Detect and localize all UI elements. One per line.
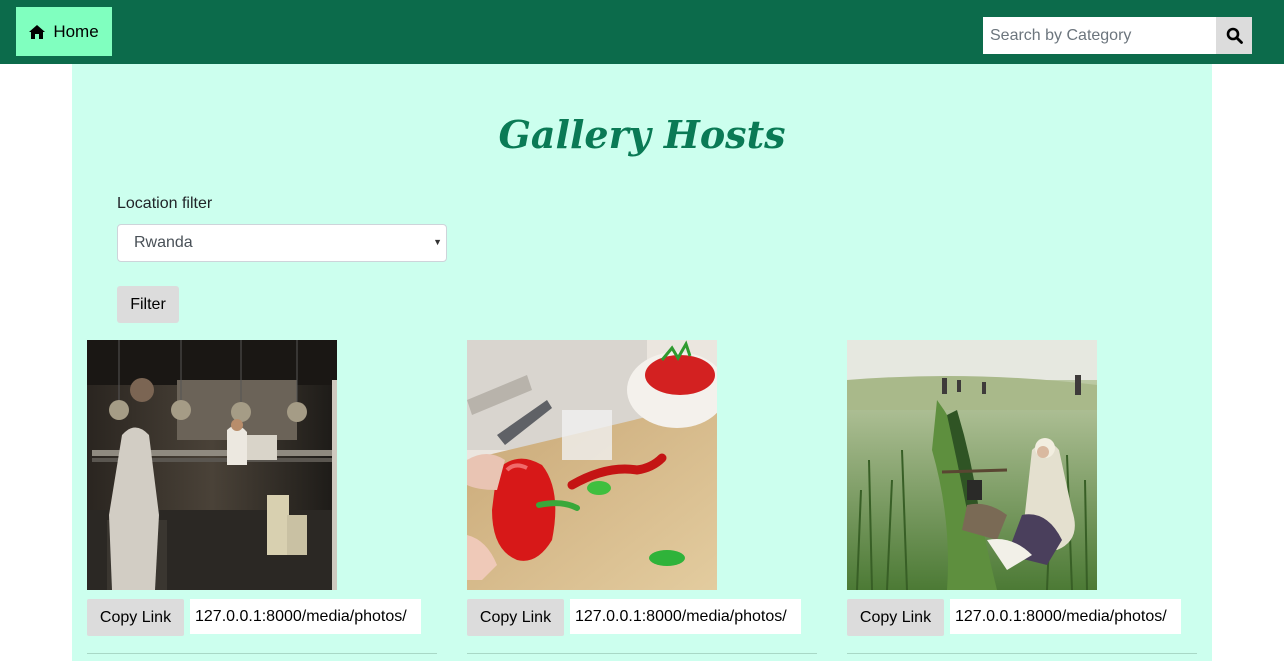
meadow-painting[interactable] [847, 340, 1097, 590]
gallery-card: Copy Link [87, 340, 437, 661]
copy-link-button[interactable]: Copy Link [87, 599, 184, 636]
gallery-container: Gallery Hosts Location filter Rwanda ▼ F… [72, 64, 1212, 661]
location-filter-label: Location filter [117, 195, 213, 212]
page-title: Gallery Hosts [498, 112, 786, 157]
caret-down-icon: ▼ [433, 237, 442, 247]
gallery-card: Copy Link [467, 340, 817, 661]
home-label: Home [53, 21, 99, 41]
search-form [983, 17, 1252, 54]
home-icon [29, 24, 46, 39]
card-divider [467, 653, 817, 654]
card-divider [847, 653, 1197, 654]
search-button[interactable] [1216, 17, 1252, 54]
search-input[interactable] [983, 17, 1216, 54]
copy-link-button[interactable]: Copy Link [847, 599, 944, 636]
kitchen-photo[interactable] [87, 340, 337, 590]
search-icon [1226, 27, 1243, 44]
home-button[interactable]: Home [16, 7, 112, 56]
image-link-field[interactable] [950, 599, 1181, 634]
card-divider [87, 653, 437, 654]
image-link-field[interactable] [190, 599, 421, 634]
location-select-value: Rwanda [134, 234, 193, 251]
peppers-photo[interactable] [467, 340, 717, 590]
filter-button[interactable]: Filter [117, 286, 179, 323]
copy-link-button[interactable]: Copy Link [467, 599, 564, 636]
location-select[interactable]: Rwanda ▼ [117, 224, 447, 262]
image-link-field[interactable] [570, 599, 801, 634]
gallery-card: Copy Link [847, 340, 1197, 661]
navbar: Home [0, 0, 1284, 64]
